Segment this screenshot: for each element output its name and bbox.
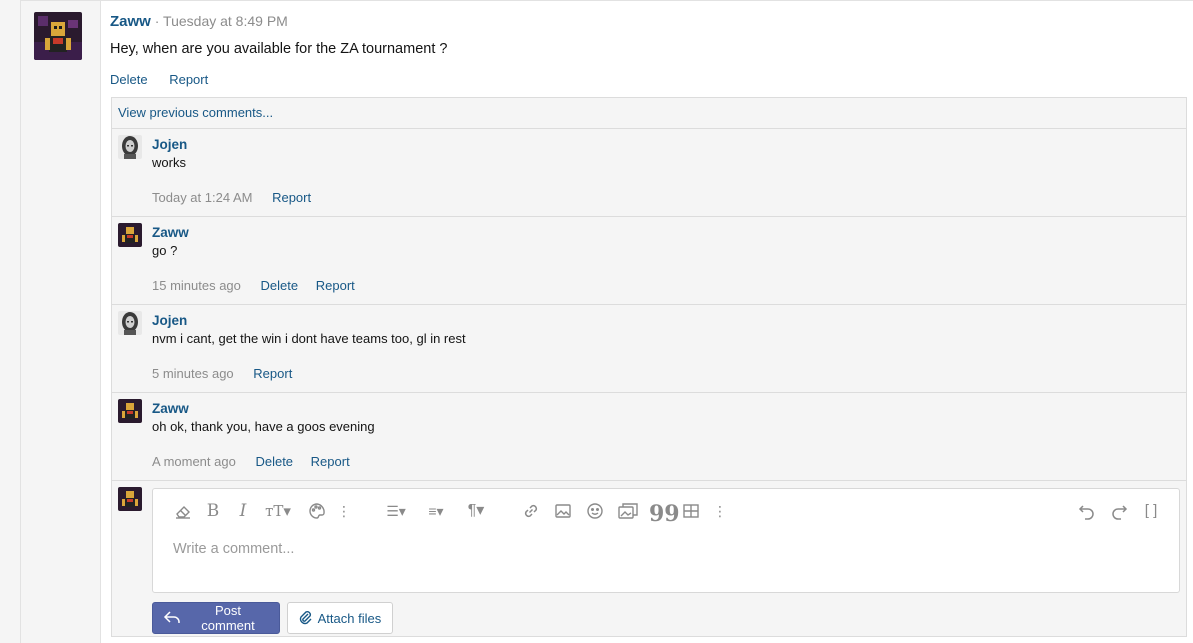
avatar-zaww[interactable]: [118, 399, 142, 423]
undo-icon[interactable]: [1077, 501, 1097, 521]
avatar-jojen[interactable]: [118, 311, 142, 335]
comment-report-link[interactable]: Report: [311, 454, 350, 469]
post-report-link[interactable]: Report: [169, 72, 208, 87]
comment-editor[interactable]: B I тТ▾ ⋮ ☰▾ ≡▾ ¶▾ 99 ⋮ [] Write a comm…: [152, 488, 1180, 593]
media-icon[interactable]: [617, 501, 639, 521]
post-author-link[interactable]: Zaww: [110, 13, 151, 30]
comment-meta: Today at 1:24 AM Report: [152, 190, 325, 205]
comment-delete-link[interactable]: Delete: [255, 454, 293, 469]
comment-author-link[interactable]: Jojen: [152, 313, 187, 328]
header-separator: ·: [154, 13, 160, 29]
profile-post: Zaww · Tuesday at 8:49 PM Hey, when are …: [20, 0, 1193, 643]
comment-text: go ?: [152, 243, 178, 258]
comment-report-link[interactable]: Report: [272, 190, 311, 205]
comment-timestamp[interactable]: Today at 1:24 AM: [152, 190, 252, 205]
list-icon[interactable]: ☰▾: [381, 501, 411, 521]
post-body: Hey, when are you available for the ZA t…: [110, 41, 448, 57]
palette-icon[interactable]: [307, 501, 327, 521]
editor-toolbar: B I тТ▾ ⋮ ☰▾ ≡▾ ¶▾ 99 ⋮ []: [153, 489, 1179, 533]
attach-files-label: Attach files: [317, 610, 382, 626]
link-icon[interactable]: [521, 501, 541, 521]
reply-icon: [163, 609, 181, 628]
bold-icon[interactable]: B: [205, 501, 221, 521]
comment-delete-link[interactable]: Delete: [261, 278, 299, 293]
avatar-current-user[interactable]: [118, 487, 142, 511]
post-comment-label: Post comment: [201, 603, 255, 633]
comment-item: Jojen works Today at 1:24 AM Report: [112, 129, 1186, 217]
comment-timestamp[interactable]: A moment ago: [152, 454, 236, 469]
bbcode-toggle-icon[interactable]: [ ]: [1141, 501, 1161, 521]
comment-meta: 15 minutes ago Delete Report: [152, 278, 369, 293]
comment-timestamp[interactable]: 15 minutes ago: [152, 278, 241, 293]
post-actions: Delete Report: [110, 72, 226, 87]
redo-icon[interactable]: [1109, 501, 1129, 521]
comments-block: View previous comments... Jojen works To…: [111, 97, 1187, 637]
text-size-icon[interactable]: тТ▾: [261, 501, 295, 521]
italic-icon[interactable]: I: [235, 501, 251, 521]
image-icon[interactable]: [553, 501, 573, 521]
comment-timestamp[interactable]: 5 minutes ago: [152, 366, 234, 381]
reply-buttons: Post comment Attach files: [152, 602, 393, 634]
comment-item: Jojen nvm i cant, get the win i dont hav…: [112, 305, 1186, 393]
post-comment-button[interactable]: Post comment: [152, 602, 280, 634]
post-avatar-gutter: [21, 1, 101, 643]
eraser-icon[interactable]: [173, 501, 193, 521]
comment-text: oh ok, thank you, have a goos evening: [152, 419, 375, 434]
more-vertical-icon[interactable]: ⋮: [713, 501, 727, 521]
comment-text: works: [152, 155, 186, 170]
more-vertical-icon[interactable]: ⋮: [337, 501, 351, 521]
comment-meta: A moment ago Delete Report: [152, 454, 364, 469]
comment-author-link[interactable]: Zaww: [152, 401, 189, 416]
comment-item: Zaww oh ok, thank you, have a goos eveni…: [112, 393, 1186, 481]
page-margin: [0, 0, 20, 643]
post-timestamp[interactable]: Tuesday at 8:49 PM: [163, 13, 288, 29]
comment-input[interactable]: Write a comment...: [173, 541, 294, 557]
comment-author-link[interactable]: Zaww: [152, 225, 189, 240]
avatar-zaww[interactable]: [34, 12, 82, 60]
paragraph-icon[interactable]: ¶▾: [461, 501, 491, 521]
smiley-icon[interactable]: [585, 501, 605, 521]
quote-icon[interactable]: 99: [649, 501, 680, 527]
avatar-jojen[interactable]: [118, 135, 142, 159]
paperclip-icon: [298, 609, 312, 628]
comment-author-link[interactable]: Jojen: [152, 137, 187, 152]
comment-report-link[interactable]: Report: [253, 366, 292, 381]
comment-report-link[interactable]: Report: [316, 278, 355, 293]
align-icon[interactable]: ≡▾: [421, 501, 451, 521]
post-delete-link[interactable]: Delete: [110, 72, 148, 87]
reply-area: B I тТ▾ ⋮ ☰▾ ≡▾ ¶▾ 99 ⋮ [] Write a comm…: [112, 481, 1186, 641]
comment-meta: 5 minutes ago Report: [152, 366, 306, 381]
post-header: Zaww · Tuesday at 8:49 PM: [110, 13, 288, 30]
attach-files-button[interactable]: Attach files: [286, 602, 393, 634]
avatar-zaww[interactable]: [118, 223, 142, 247]
comment-item: Zaww go ? 15 minutes ago Delete Report: [112, 217, 1186, 305]
view-previous-comments-link[interactable]: View previous comments...: [112, 98, 1186, 129]
table-icon[interactable]: [681, 501, 701, 521]
comment-text: nvm i cant, get the win i dont have team…: [152, 331, 466, 346]
